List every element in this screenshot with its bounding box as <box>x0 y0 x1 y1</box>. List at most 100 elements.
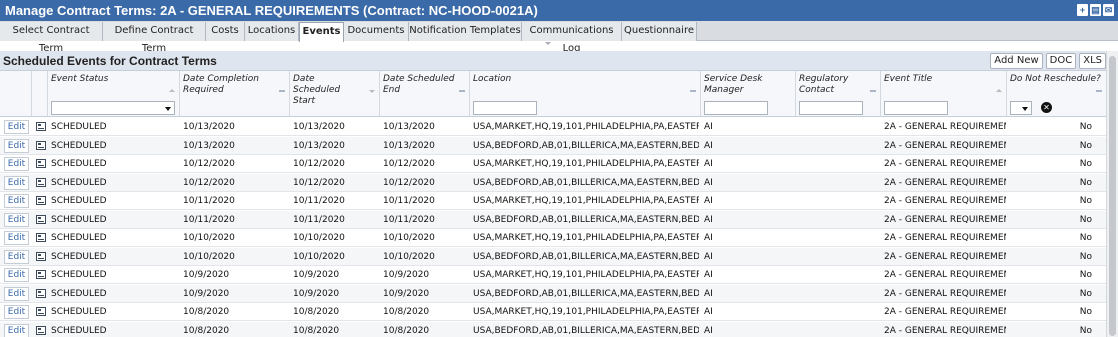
cell-no-resched: No <box>1079 196 1092 206</box>
cell-no-resched: No <box>1079 270 1092 280</box>
table-row[interactable]: Edit SCHEDULED 10/8/2020 10/8/2020 10/8/2020… <box>0 303 1106 321</box>
cell-status: SCHEDULED <box>51 288 107 299</box>
edit-button[interactable]: Edit <box>4 323 29 337</box>
document-icon[interactable] <box>36 288 46 298</box>
edit-button[interactable]: Edit <box>4 231 29 245</box>
location-filter-input[interactable] <box>473 101 537 115</box>
tab-costs[interactable]: Costs <box>206 22 245 41</box>
header-regulatory-contact[interactable]: Regulatory Contact <box>796 71 881 117</box>
cell-completion: 10/12/2020 <box>183 177 235 188</box>
document-icon[interactable] <box>36 325 46 335</box>
cell-completion: 10/9/2020 <box>183 288 230 299</box>
sort-asc-icon[interactable] <box>169 89 175 92</box>
document-icon[interactable] <box>36 270 46 279</box>
document-icon[interactable] <box>36 196 46 205</box>
document-icon[interactable] <box>36 140 46 150</box>
sort-icon[interactable] <box>279 90 285 92</box>
table-row[interactable]: Edit SCHEDULED 10/12/2020 10/12/2020 10/12/2… <box>0 173 1106 192</box>
sort-asc-icon[interactable] <box>996 89 1002 92</box>
event-title-filter-input[interactable] <box>884 101 948 115</box>
export-buttons: Add New DOC XLS <box>990 53 1106 69</box>
tab-locations[interactable]: Locations <box>245 22 299 41</box>
cell-no-resched: No <box>1079 307 1092 317</box>
doc-export-button[interactable]: DOC <box>1045 53 1077 69</box>
cell-contact <box>799 285 879 303</box>
edit-button[interactable]: Edit <box>4 138 29 153</box>
document-icon[interactable] <box>36 307 46 316</box>
sort-desc-icon[interactable] <box>369 90 375 93</box>
header-event-title[interactable]: Event Title <box>881 71 1007 117</box>
table-row[interactable]: Edit SCHEDULED 10/8/2020 10/8/2020 10/8/2020… <box>0 321 1106 337</box>
header-do-not-reschedule[interactable]: Do Not Reschedule? ✕ <box>1007 71 1106 117</box>
event-status-filter[interactable] <box>51 101 175 115</box>
cell-manager: AI <box>704 325 713 336</box>
table-row[interactable]: Edit SCHEDULED 10/11/2020 10/11/2020 10/11/2… <box>0 192 1106 210</box>
sort-icon[interactable] <box>459 90 465 92</box>
do-not-reschedule-filter[interactable] <box>1010 101 1032 115</box>
header-location[interactable]: Location <box>470 71 701 117</box>
table-row[interactable]: Edit SCHEDULED 10/11/2020 10/11/2020 10/11/2… <box>0 210 1106 229</box>
add-new-button[interactable]: Add New <box>990 53 1043 69</box>
regulatory-contact-filter-input[interactable] <box>799 101 863 115</box>
print-icon[interactable]: ▤ <box>1090 4 1101 16</box>
table-row[interactable]: Edit SCHEDULED 10/12/2020 10/12/2020 10/12/2… <box>0 155 1106 173</box>
table-row[interactable]: Edit SCHEDULED 10/9/2020 10/9/2020 10/9/2020… <box>0 266 1106 284</box>
collapse-caret-icon[interactable] <box>545 42 551 45</box>
scrollbar-thumb[interactable] <box>1109 56 1116 336</box>
add-icon[interactable]: + <box>1077 4 1088 16</box>
cell-start: 10/10/2020 <box>293 251 345 262</box>
cell-title: 2A - GENERAL REQUIREMENTS <box>884 251 1006 262</box>
tab-events[interactable]: Events <box>299 22 344 42</box>
document-icon[interactable] <box>36 214 46 224</box>
email-icon[interactable]: ✉ <box>1103 4 1114 16</box>
cell-contact <box>799 322 879 337</box>
header-date-completion[interactable]: Date Completion Required <box>180 71 290 117</box>
cell-title: 2A - GENERAL REQUIREMENTS <box>884 159 1006 169</box>
cell-manager: AI <box>704 233 713 243</box>
tab-select-contract-term[interactable]: Select Contract Term <box>0 22 103 54</box>
table-row[interactable]: Edit SCHEDULED 10/13/2020 10/13/2020 10/13/2… <box>0 136 1106 155</box>
edit-button[interactable]: Edit <box>4 305 29 319</box>
vertical-scrollbar[interactable] <box>1106 51 1118 337</box>
edit-button[interactable]: Edit <box>4 212 29 227</box>
document-icon[interactable] <box>36 251 46 261</box>
document-icon[interactable] <box>36 159 46 168</box>
document-icon[interactable] <box>36 122 46 131</box>
header-date-start[interactable]: Date Scheduled Start <box>290 71 380 117</box>
cell-title: 2A - GENERAL REQUIREMENTS <box>884 214 1006 225</box>
cell-manager: AI <box>704 177 713 188</box>
cell-contact <box>799 303 879 321</box>
xls-export-button[interactable]: XLS <box>1079 53 1106 69</box>
edit-button[interactable]: Edit <box>4 286 29 301</box>
clear-filter-icon[interactable]: ✕ <box>1041 102 1052 113</box>
edit-button[interactable]: Edit <box>4 268 29 282</box>
cell-contact <box>799 192 879 210</box>
cell-manager: AI <box>704 251 713 262</box>
cell-manager: AI <box>704 270 713 280</box>
edit-button[interactable]: Edit <box>4 120 29 134</box>
cell-start: 10/8/2020 <box>293 325 340 336</box>
tab-notification-templates[interactable]: Notification Templates <box>409 22 522 41</box>
tab-questionnaire[interactable]: Questionnaire <box>622 22 697 41</box>
header-service-desk-manager[interactable]: Service Desk Manager <box>701 71 796 117</box>
tab-communications-log[interactable]: Communications Log <box>522 22 622 54</box>
edit-button[interactable]: Edit <box>4 157 29 171</box>
sort-icon[interactable] <box>870 90 876 92</box>
sort-icon[interactable] <box>690 90 696 92</box>
table-row[interactable]: Edit SCHEDULED 10/9/2020 10/9/2020 10/9/2020… <box>0 284 1106 303</box>
service-desk-manager-filter-input[interactable] <box>704 101 768 115</box>
cell-end: 10/11/2020 <box>383 214 435 225</box>
table-row[interactable]: Edit SCHEDULED 10/10/2020 10/10/2020 10/10/2… <box>0 229 1106 247</box>
table-row[interactable]: Edit SCHEDULED 10/10/2020 10/10/2020 10/10/2… <box>0 247 1106 266</box>
tab-define-contract-term[interactable]: Define Contract Term <box>103 22 206 54</box>
tab-documents[interactable]: Documents <box>344 22 409 41</box>
edit-button[interactable]: Edit <box>4 194 29 208</box>
header-date-end[interactable]: Date Scheduled End <box>380 71 470 117</box>
edit-button[interactable]: Edit <box>4 249 29 264</box>
edit-button[interactable]: Edit <box>4 175 29 190</box>
sort-icon[interactable] <box>1096 90 1102 92</box>
document-icon[interactable] <box>36 233 46 242</box>
table-row[interactable]: Edit SCHEDULED 10/13/2020 10/13/2020 10/13/2… <box>0 118 1106 136</box>
document-icon[interactable] <box>36 177 46 187</box>
header-event-status[interactable]: Event Status <box>48 71 180 117</box>
